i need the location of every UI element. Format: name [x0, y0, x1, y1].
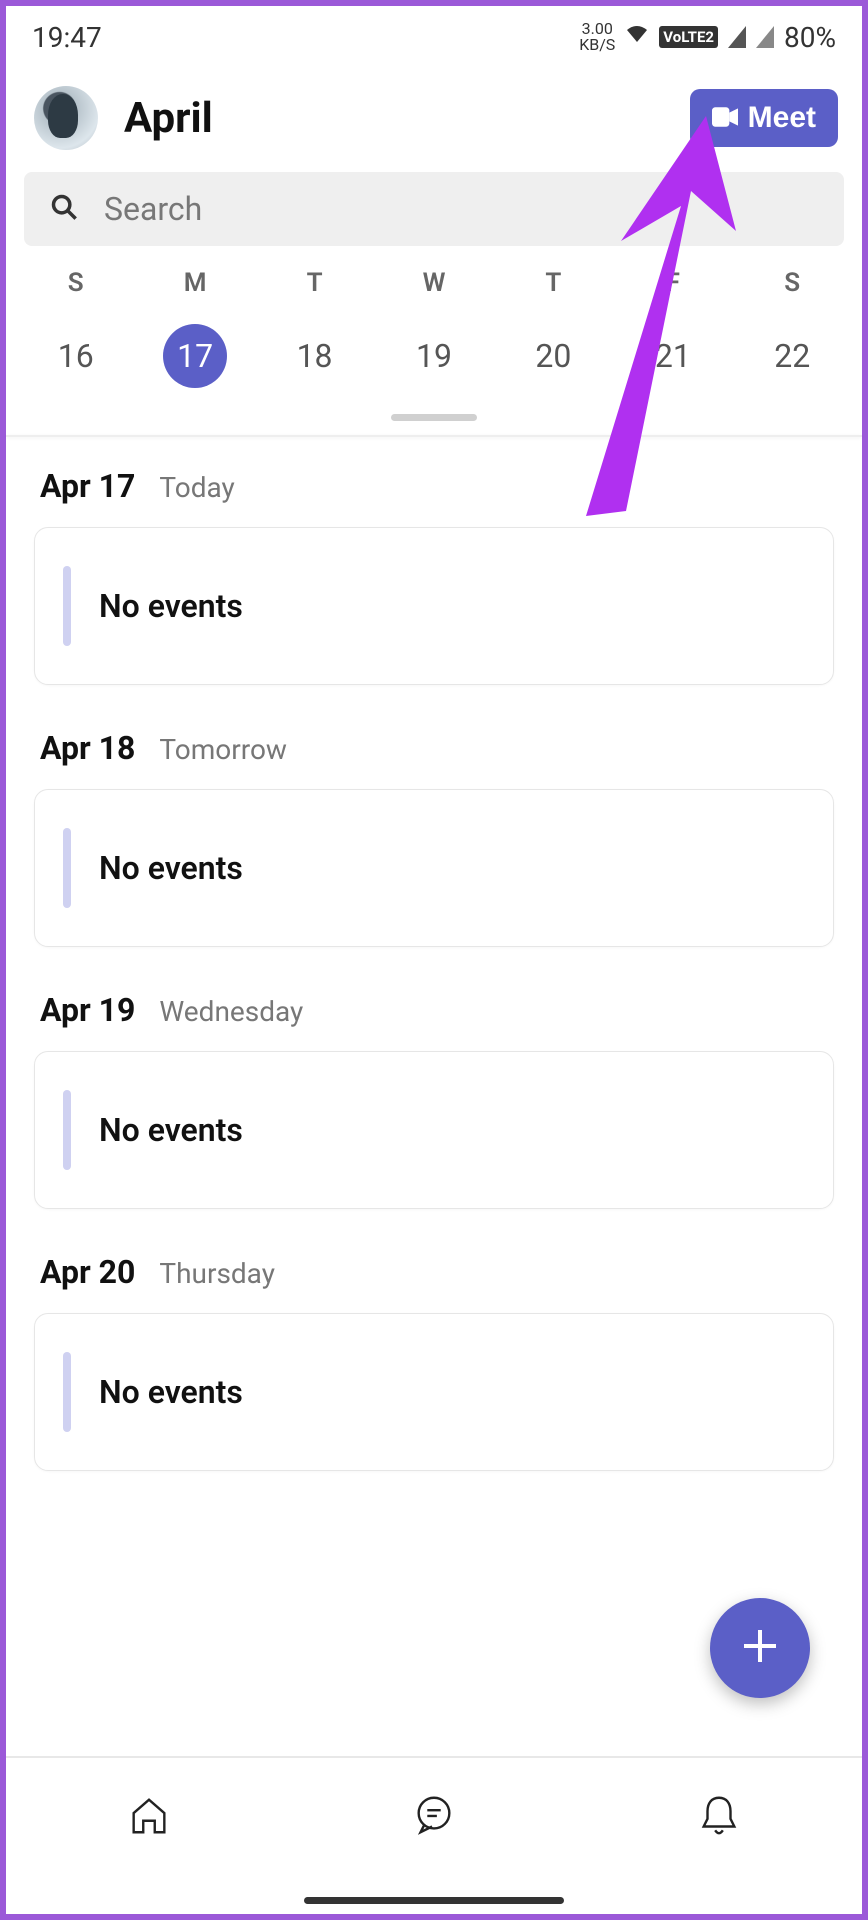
- day-relative: Today: [159, 471, 234, 504]
- nav-activity[interactable]: [696, 1792, 742, 1842]
- app-header: April Meet: [6, 62, 862, 168]
- date-22[interactable]: 22: [760, 324, 824, 388]
- event-text: No events: [99, 587, 243, 625]
- status-right: 3.00KB/S VoLTE2 80%: [579, 21, 836, 54]
- event-accent-bar: [63, 828, 71, 908]
- day-block: Apr 17 Today No events: [34, 467, 834, 685]
- volte-icon: VoLTE2: [659, 26, 718, 48]
- nav-chat[interactable]: [411, 1792, 457, 1842]
- plus-icon: [740, 1626, 780, 1670]
- add-event-button[interactable]: [710, 1598, 810, 1698]
- event-card[interactable]: No events: [34, 789, 834, 947]
- event-card[interactable]: No events: [34, 1051, 834, 1209]
- avatar[interactable]: [34, 86, 98, 150]
- date-17[interactable]: 17: [163, 324, 227, 388]
- video-icon: [712, 101, 738, 135]
- date-18[interactable]: 18: [283, 324, 347, 388]
- agenda-list[interactable]: Apr 17 Today No events Apr 18 Tomorrow N…: [6, 437, 862, 1471]
- event-accent-bar: [63, 1090, 71, 1170]
- meet-label: Meet: [748, 101, 816, 135]
- dates-row: 16 17 18 19 20 21 22: [6, 298, 862, 414]
- date-19[interactable]: 19: [402, 324, 466, 388]
- day-relative: Wednesday: [159, 995, 303, 1028]
- bell-icon: [696, 1823, 742, 1842]
- meet-button[interactable]: Meet: [690, 89, 838, 147]
- month-title[interactable]: April: [124, 94, 213, 143]
- event-accent-bar: [63, 566, 71, 646]
- event-card[interactable]: No events: [34, 1313, 834, 1471]
- search-placeholder: Search: [104, 190, 202, 228]
- day-relative: Tomorrow: [159, 733, 287, 766]
- dow-5: F: [666, 268, 680, 298]
- event-text: No events: [99, 1373, 243, 1411]
- battery-text: 80%: [784, 21, 836, 54]
- day-block: Apr 18 Tomorrow No events: [34, 729, 834, 947]
- drag-handle[interactable]: [391, 414, 477, 421]
- network-speed: 3.00KB/S: [579, 21, 615, 53]
- day-date: Apr 19: [40, 991, 135, 1029]
- search-input[interactable]: Search: [24, 172, 844, 246]
- date-20[interactable]: 20: [521, 324, 585, 388]
- bottom-nav: [6, 1756, 862, 1876]
- status-time: 19:47: [32, 21, 102, 54]
- status-bar: 19:47 3.00KB/S VoLTE2 80%: [6, 6, 862, 62]
- dow-6: S: [784, 268, 800, 298]
- wifi-icon: [625, 24, 649, 50]
- nav-home[interactable]: [126, 1792, 172, 1842]
- signal-2-icon: [756, 26, 774, 48]
- day-date: Apr 18: [40, 729, 135, 767]
- signal-1-icon: [728, 26, 746, 48]
- event-card[interactable]: No events: [34, 527, 834, 685]
- search-icon: [50, 193, 78, 225]
- dow-1: M: [184, 268, 207, 298]
- day-relative: Thursday: [159, 1257, 275, 1290]
- home-indicator[interactable]: [304, 1897, 564, 1904]
- weekday-row: S M T W T F S: [6, 258, 862, 298]
- date-16[interactable]: 16: [44, 324, 108, 388]
- dow-3: W: [423, 268, 446, 298]
- dow-2: T: [307, 268, 323, 298]
- event-text: No events: [99, 1111, 243, 1149]
- dow-0: S: [68, 268, 84, 298]
- event-accent-bar: [63, 1352, 71, 1432]
- day-date: Apr 20: [40, 1253, 135, 1291]
- dow-4: T: [545, 268, 561, 298]
- day-date: Apr 17: [40, 467, 135, 505]
- day-block: Apr 19 Wednesday No events: [34, 991, 834, 1209]
- chat-icon: [411, 1823, 457, 1842]
- date-21[interactable]: 21: [641, 324, 705, 388]
- event-text: No events: [99, 849, 243, 887]
- home-icon: [126, 1823, 172, 1842]
- day-block: Apr 20 Thursday No events: [34, 1253, 834, 1471]
